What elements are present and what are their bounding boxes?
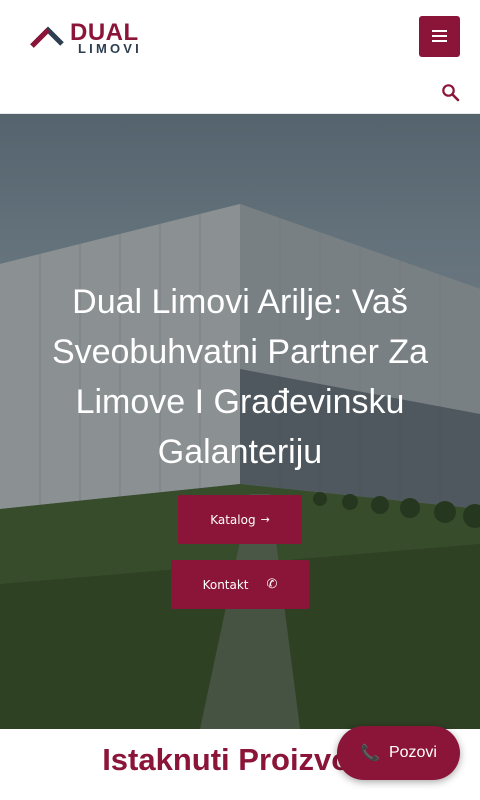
- call-button-label: Pozovi: [388, 744, 437, 761]
- arrow-right-icon: →: [260, 513, 270, 526]
- katalog-button-label: Katalog: [210, 512, 256, 527]
- hero-title: Dual Limovi Arilje: Vaš Sveobuhvatni Par…: [51, 283, 429, 471]
- hamburger-menu-icon: [432, 30, 447, 32]
- phone-icon: ✆: [266, 577, 278, 592]
- logo-roof-icon: [30, 26, 64, 48]
- call-button[interactable]: 📞 Pozovi: [337, 726, 460, 780]
- kontakt-button[interactable]: Kontakt ✆: [171, 560, 309, 609]
- kontakt-button-label: Kontakt: [202, 577, 249, 592]
- search-icon[interactable]: [441, 83, 461, 103]
- hero-section: Dual Limovi Arilje: Vaš Sveobuhvatni Par…: [0, 114, 480, 729]
- katalog-button[interactable]: Katalog →: [178, 495, 302, 544]
- phone-icon: 📞: [360, 745, 380, 762]
- menu-toggle-button[interactable]: [419, 16, 460, 57]
- logo[interactable]: DUAL LIMOVI: [30, 20, 142, 56]
- logo-text-limovi: LIMOVI: [78, 41, 142, 56]
- site-header: DUAL LIMOVI: [0, 0, 480, 114]
